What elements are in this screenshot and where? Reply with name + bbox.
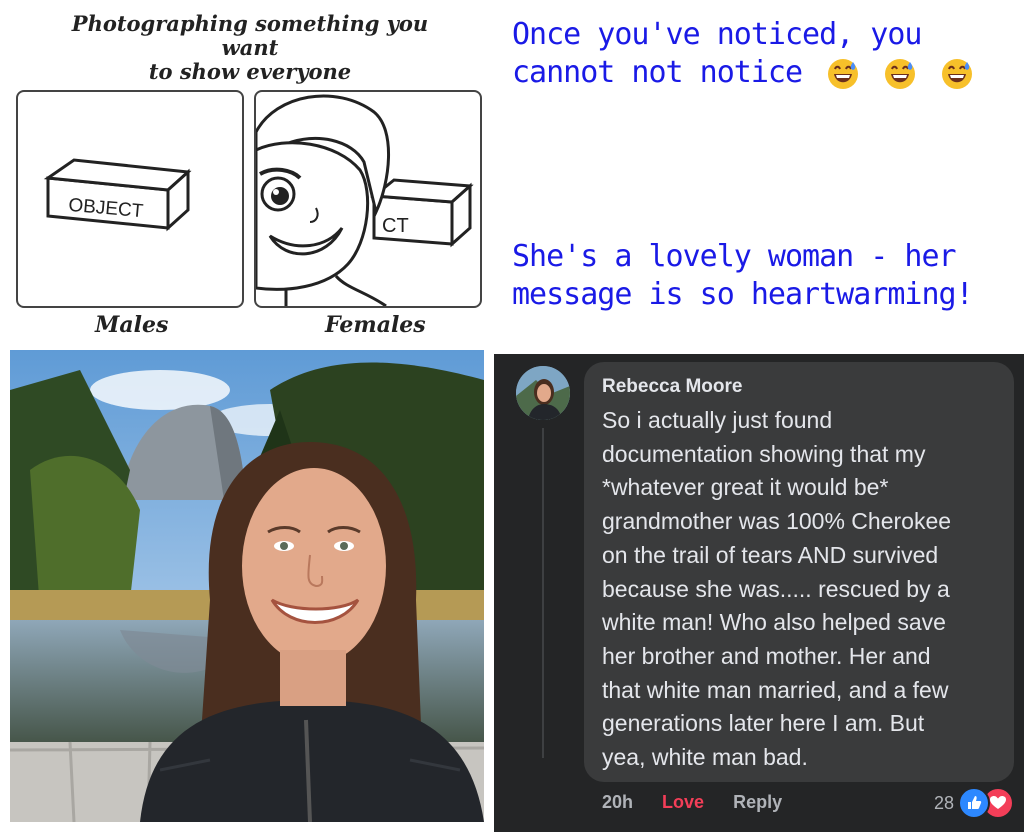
caption-top-line-2-text: cannot not notice: [512, 55, 803, 90]
comment-line: that white man married, and a few: [602, 676, 949, 703]
caption-bottom: She's a lovely woman - her message is so…: [512, 238, 1012, 314]
comment-line: So i actually just found: [602, 407, 833, 433]
comment-line: generations later here I am. But: [602, 710, 925, 737]
grinning-sweat-emoji-icon: [885, 59, 916, 89]
like-icon: [958, 787, 990, 819]
comment-actions: 20h Love Reply: [602, 792, 806, 813]
comic-title-line-1: Photographing something you want: [71, 11, 429, 60]
selfie-face-illustration: CT: [256, 94, 474, 306]
selfie-photo: [10, 350, 484, 822]
comment-bubble: Rebecca Moore So i actually just found d…: [584, 362, 1014, 782]
caption-top-line-1: Once you've noticed, you: [512, 17, 922, 52]
grinning-sweat-emoji-icon: [942, 59, 973, 89]
avatar-image: [516, 366, 570, 420]
comic-panel-group: Photographing something you want to show…: [0, 0, 490, 350]
object-box-partial-label: CT: [382, 215, 409, 237]
grinning-sweat-emoji-icon: [828, 59, 859, 89]
reply-button[interactable]: Reply: [733, 792, 782, 813]
comment-line: grandmother was 100% Cherokee: [602, 508, 952, 535]
comment-author[interactable]: Rebecca Moore: [602, 376, 742, 398]
caption-bottom-line-1: She's a lovely woman - her: [512, 239, 957, 274]
comment-line: because she was..... rescued by a: [602, 575, 950, 602]
comment-line: documentation showing that my: [602, 440, 926, 467]
comic-panel-females: CT: [254, 90, 482, 308]
comment-timestamp[interactable]: 20h: [602, 792, 633, 813]
facebook-comment-screenshot: Rebecca Moore So i actually just found d…: [494, 354, 1024, 832]
object-box-illustration: OBJECT: [43, 158, 192, 232]
yosemite-selfie-illustration: [10, 350, 484, 822]
comment-line: *whatever great it would be*: [602, 474, 889, 501]
caption-top: Once you've noticed, you cannot not noti…: [512, 16, 1012, 93]
love-button[interactable]: Love: [662, 792, 704, 813]
comment-line: on the trail of tears AND survived: [602, 541, 939, 568]
comic-panel-males: OBJECT: [16, 90, 244, 308]
caption-bottom-line-2: message is so heartwarming!: [512, 277, 974, 312]
meme-collage: Photographing something you want to show…: [0, 0, 1024, 832]
thread-line: [542, 428, 544, 758]
reaction-summary[interactable]: 28: [934, 786, 1014, 820]
comment-line: yea, white man bad.: [602, 744, 808, 771]
avatar[interactable]: [516, 366, 570, 420]
comment-line: her brother and mother. Her and: [602, 642, 931, 669]
comic-title: Photographing something you want to show…: [40, 12, 460, 84]
comic-caption-females: Females: [325, 312, 426, 338]
reaction-count: 28: [933, 792, 954, 813]
comic-caption-males: Males: [95, 312, 169, 338]
comic-title-line-2: to show everyone: [148, 59, 352, 84]
caption-top-line-2: cannot not notice: [512, 54, 1012, 93]
comment-line: white man! Who also helped save: [602, 609, 946, 636]
comment-body: So i actually just found documentation s…: [602, 404, 1002, 775]
emoji-group: [819, 55, 973, 93]
